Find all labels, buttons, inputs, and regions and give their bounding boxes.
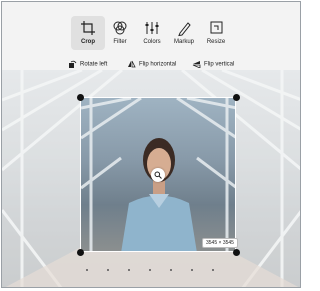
flip-horizontal-icon (128, 60, 136, 68)
resize-icon (210, 21, 223, 34)
zoom-button[interactable] (151, 168, 165, 182)
crop-handle-bottom-right[interactable] (233, 249, 240, 256)
tool-label: Crop (81, 39, 95, 45)
crop-handle-top-left[interactable] (77, 94, 84, 101)
dot (107, 269, 109, 271)
dot (86, 269, 88, 271)
thumbnail-strip-dots (82, 269, 232, 275)
image-dimensions-badge: 3545 × 3545 (202, 238, 238, 248)
tool-crop-button[interactable]: Crop (71, 16, 105, 50)
toolbar: Crop Filter Colors Markup Resize (2, 2, 300, 64)
tool-filter-button[interactable]: Filter (103, 16, 137, 50)
tool-markup-button[interactable]: Markup (167, 16, 201, 50)
filter-icon (113, 21, 127, 35)
dot (128, 269, 130, 271)
dot (212, 269, 214, 271)
dot (170, 269, 172, 271)
flip-horizontal-button[interactable]: Flip horizontal (127, 60, 176, 68)
tool-label: Filter (113, 39, 127, 45)
photo-canvas[interactable]: 3545 × 3545 (2, 70, 300, 287)
crop-handle-bottom-left[interactable] (77, 249, 84, 256)
flip-vertical-label: Flip vertical (204, 61, 235, 68)
crop-icon (81, 21, 95, 35)
rotate-left-label: Rotate left (80, 61, 108, 68)
tool-colors-button[interactable]: Colors (135, 16, 169, 50)
rotate-left-icon (69, 60, 77, 68)
crop-handle-top-right[interactable] (233, 94, 240, 101)
colors-icon (145, 22, 159, 34)
photo-editor-window: Crop Filter Colors Markup Resize Rotate … (1, 1, 301, 288)
dot (191, 269, 193, 271)
markup-icon (178, 22, 191, 37)
dot (149, 269, 151, 271)
zoom-icon (154, 171, 162, 179)
tool-label: Markup (173, 39, 194, 45)
tool-label: Resize (206, 39, 226, 45)
rotate-left-button[interactable]: Rotate left (68, 60, 107, 68)
tool-resize-button[interactable]: Resize (199, 16, 233, 50)
tool-label: Colors (143, 39, 161, 45)
flip-vertical-icon (192, 61, 201, 68)
flip-vertical-button[interactable]: Flip vertical (192, 60, 234, 68)
flip-horizontal-label: Flip horizontal (139, 61, 177, 68)
